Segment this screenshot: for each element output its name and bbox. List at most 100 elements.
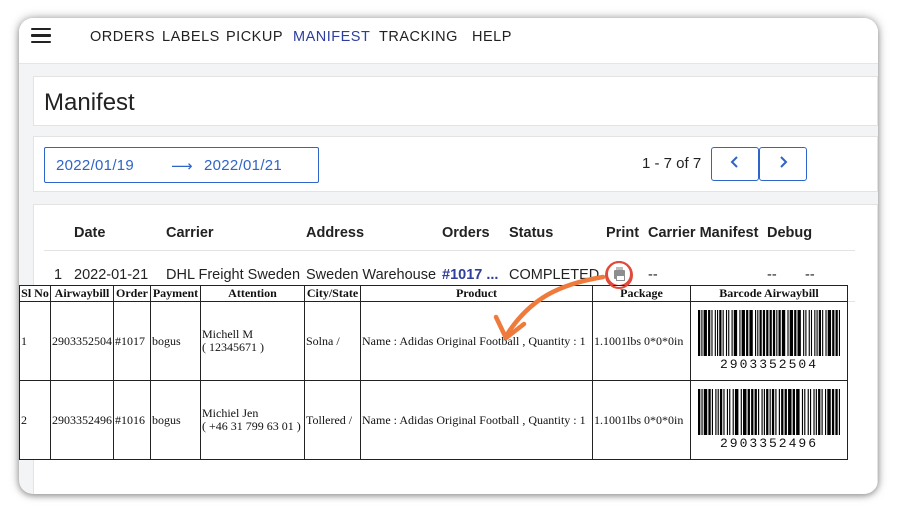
manifest-payment: bogus	[150, 380, 201, 460]
barcode-bar	[778, 310, 781, 356]
barcode-bar	[835, 389, 838, 435]
barcode-bar	[698, 310, 701, 356]
row-orders-link[interactable]: #1017 ...	[442, 267, 498, 283]
manifest-airwaybill: 2903352496	[50, 380, 114, 460]
barcode-bar	[822, 310, 824, 356]
barcode-bar	[808, 310, 810, 356]
row-carrier-manifest: --	[648, 267, 658, 283]
nav-orders[interactable]: ORDERS	[90, 29, 155, 45]
barcode-bar	[771, 389, 775, 435]
barcode-bar	[732, 389, 734, 435]
barcode-bar	[832, 310, 835, 356]
barcode-graphic	[698, 389, 840, 435]
barcode-bar	[766, 310, 769, 356]
barcode-bar	[792, 389, 795, 435]
barcode-bar	[761, 389, 763, 435]
barcode-bar	[838, 310, 840, 356]
header-status: Status	[509, 225, 554, 241]
manifest-attention: Michiel Jen ( +46 31 799 63 01 )	[200, 380, 305, 460]
nav-tracking[interactable]: TRACKING	[379, 29, 458, 45]
nav-manifest[interactable]: MANIFEST	[293, 29, 370, 45]
barcode-bar	[717, 389, 719, 435]
barcode-bar	[769, 310, 772, 356]
row-debug-2: --	[805, 267, 815, 283]
barcode-bar	[723, 389, 725, 435]
barcode-bar	[743, 389, 747, 435]
date-from[interactable]: 2022/01/19	[56, 157, 134, 174]
barcode-number: 2903352504	[719, 357, 818, 372]
manifest-header-row: Sl No Airwaybill Order Payment Attention…	[19, 285, 848, 302]
barcode-bar	[757, 310, 759, 356]
barcode-bar	[701, 310, 703, 356]
barcode-bar	[772, 310, 776, 356]
date-range-picker[interactable]: 2022/01/19 ⟶ 2022/01/21	[44, 147, 319, 183]
manifest-product: Name : Adidas Original Football , Quanti…	[360, 301, 593, 381]
manifest-header-attention: Attention	[200, 285, 305, 302]
manifest-sl: 2	[19, 380, 51, 460]
date-to[interactable]: 2022/01/21	[204, 157, 282, 174]
barcode-bar	[703, 389, 708, 435]
row-index: 1	[54, 267, 63, 283]
barcode-bar	[733, 310, 738, 356]
barcode-bar	[714, 310, 716, 356]
manifest-product: Name : Adidas Original Football , Quanti…	[360, 380, 593, 460]
barcode-bar	[797, 310, 801, 356]
barcode-bar	[728, 310, 730, 356]
chevron-left-icon	[730, 156, 738, 168]
header-divider	[44, 250, 855, 251]
prev-page-button[interactable]	[711, 147, 759, 181]
row-status: COMPLETED	[509, 267, 600, 283]
barcode-bar	[781, 310, 786, 356]
barcode-bar	[708, 310, 711, 356]
barcode-bar	[698, 389, 701, 435]
barcode-bar	[726, 389, 729, 435]
manifest-barcode: 2903352496	[690, 380, 848, 460]
barcode-bar	[775, 389, 777, 435]
barcode-bar	[835, 310, 838, 356]
attention-phone: ( 12345671 )	[202, 340, 264, 354]
barcode-bar	[788, 389, 792, 435]
barcode-bar	[759, 310, 762, 356]
barcode-bar	[831, 389, 835, 435]
print-button[interactable]	[606, 261, 632, 287]
barcode-bar	[739, 310, 741, 356]
nav-labels[interactable]: LABELS	[162, 29, 220, 45]
top-nav: ORDERS LABELS PICKUP MANIFEST TRACKING H…	[19, 18, 878, 64]
header-orders: Orders	[442, 225, 490, 241]
manifest-printout-table: Sl No Airwaybill Order Payment Attention…	[19, 285, 848, 460]
next-page-button[interactable]	[759, 147, 807, 181]
attention-phone: ( +46 31 799 63 01 )	[202, 419, 301, 433]
header-carrier-manifest: Carrier Manifest	[648, 225, 759, 241]
manifest-header-package: Package	[592, 285, 691, 302]
barcode-bar	[825, 310, 827, 356]
barcode-bar	[758, 389, 760, 435]
manifest-header-city: City/State	[304, 285, 361, 302]
barcode-graphic	[698, 310, 840, 356]
nav-help[interactable]: HELP	[472, 29, 512, 45]
barcode-bar	[749, 310, 753, 356]
barcode-bar	[803, 310, 805, 356]
nav-pickup[interactable]: PICKUP	[226, 29, 283, 45]
barcode-bar	[784, 389, 787, 435]
barcode-bar	[751, 389, 754, 435]
row-date: 2022-01-21	[74, 267, 149, 283]
manifest-order: #1017	[113, 301, 151, 381]
manifest-city: Solna /	[304, 301, 361, 381]
barcode-bar	[787, 310, 789, 356]
manifest-package: 1.1001lbs 0*0*0in	[592, 301, 691, 381]
manifest-order: #1016	[113, 380, 151, 460]
page-title: Manifest	[44, 89, 135, 116]
barcode-bar	[740, 389, 742, 435]
barcode-bar	[816, 310, 818, 356]
barcode-bar	[801, 389, 804, 435]
table-row: 1 2903352504 #1017 bogus Michell M ( 123…	[19, 301, 848, 381]
printer-icon	[614, 267, 625, 281]
barcode-bar	[807, 389, 809, 435]
arrow-right-icon: ⟶	[171, 158, 193, 175]
barcode-bar	[725, 310, 728, 356]
barcode-bar	[715, 389, 717, 435]
hamburger-menu-icon[interactable]	[31, 28, 51, 44]
barcode-bar	[719, 389, 723, 435]
barcode-bar	[741, 310, 745, 356]
row-carrier: DHL Freight Sweden	[166, 267, 301, 283]
